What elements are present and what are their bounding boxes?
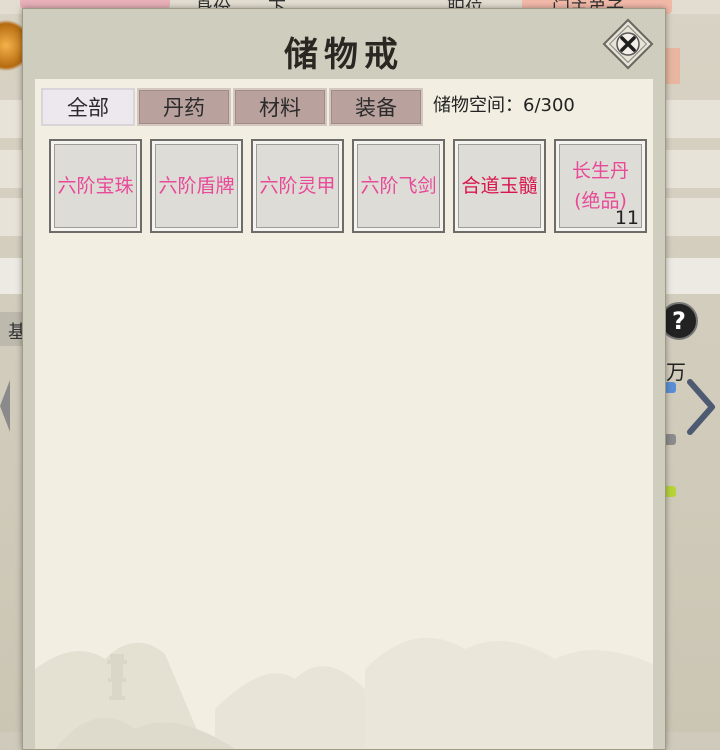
- item-slot[interactable]: 六阶盾牌: [150, 139, 243, 233]
- item-slot[interactable]: 六阶飞剑: [352, 139, 445, 233]
- inventory-panel: 全部 丹药 材料 装备 储物空间：6/300 六阶宝珠 六阶盾牌 六阶灵甲 六阶…: [35, 79, 653, 749]
- close-icon: [602, 18, 654, 70]
- item-name: 六阶盾牌: [158, 175, 235, 197]
- prev-arrow-icon: [0, 380, 10, 432]
- tab-pills[interactable]: 丹药: [137, 88, 231, 126]
- tab-materials[interactable]: 材料: [233, 88, 327, 126]
- storage-capacity: 储物空间：6/300: [433, 95, 575, 116]
- item-name: 六阶宝珠: [57, 175, 134, 197]
- item-name: 六阶灵甲: [259, 175, 336, 197]
- storage-ring-dialog: 储物戒 全部 丹药 材料 装备 储物空间：6/300 六阶宝珠 六阶盾牌 六阶灵…: [22, 8, 666, 750]
- item-slot[interactable]: 长生丹 (绝品) 11: [554, 139, 647, 233]
- item-name: 合道玉髓: [461, 175, 538, 197]
- tab-all[interactable]: 全部: [41, 88, 135, 126]
- dialog-title: 储物戒: [284, 35, 404, 75]
- close-button[interactable]: [601, 17, 655, 71]
- background-unit-text: 万: [666, 360, 686, 384]
- item-slot[interactable]: 六阶灵甲: [251, 139, 344, 233]
- item-slot[interactable]: 合道玉髓: [453, 139, 546, 233]
- next-arrow-icon: [687, 379, 715, 435]
- item-count: 11: [614, 207, 639, 229]
- mountain-landscape-decoration: [35, 637, 653, 749]
- tab-equipment[interactable]: 装备: [329, 88, 423, 126]
- item-name: 六阶飞剑: [360, 175, 437, 197]
- item-slot[interactable]: 六阶宝珠: [49, 139, 142, 233]
